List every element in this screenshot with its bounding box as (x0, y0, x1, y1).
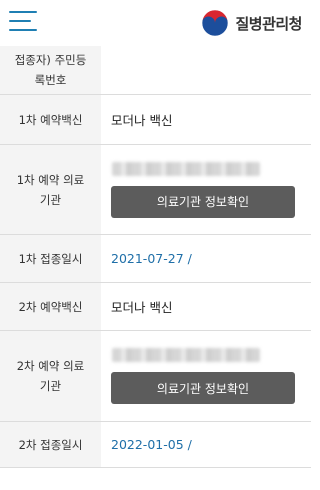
logo-text: 질병관리청 (235, 14, 302, 33)
redacted-institution-name (112, 161, 260, 176)
row-header-first-date: 1차 접종일시 (0, 235, 101, 282)
second-institution-info-button[interactable]: 의료기관 정보확인 (111, 372, 295, 404)
row-header-second-vaccine: 2차 예약백신 (0, 283, 101, 330)
table-row: 2차 예약 의료 기관 의료기관 정보확인 (0, 331, 311, 422)
row-value-first-vaccine: 모더나 백신 (111, 113, 173, 128)
redacted-institution-name (112, 348, 260, 362)
vaccination-info-table: 접종자) 주민등 록번호 1차 예약백신 모더나 백신 1차 예약 의료 기관 … (0, 46, 311, 468)
table-row: 2차 예약백신 모더나 백신 (0, 283, 311, 331)
row-value-resident-number (101, 46, 311, 94)
row-header-second-institution: 2차 예약 의료 기관 (0, 331, 101, 421)
table-row: 1차 예약백신 모더나 백신 (0, 95, 311, 145)
taegeuk-logo-icon (202, 9, 229, 37)
table-row: 1차 접종일시 2021-07-27 / (0, 235, 311, 283)
table-row: 2차 접종일시 2022-01-05 / (0, 422, 311, 468)
table-row: 접종자) 주민등 록번호 (0, 46, 311, 95)
row-value-first-date: 2021-07-27 / (111, 251, 192, 266)
row-value-second-date: 2022-01-05 / (111, 437, 192, 452)
hamburger-menu-icon[interactable] (9, 11, 37, 31)
row-header-resident-number: 접종자) 주민등 록번호 (0, 46, 101, 94)
row-header-first-vaccine: 1차 예약백신 (0, 95, 101, 144)
row-value-second-institution: 의료기관 정보확인 (101, 331, 311, 421)
row-header-second-date: 2차 접종일시 (0, 422, 101, 467)
row-value-second-vaccine: 모더나 백신 (111, 300, 173, 315)
kdca-logo[interactable]: 질병관리청 (201, 8, 302, 38)
row-value-first-institution: 의료기관 정보확인 (101, 145, 311, 234)
row-header-first-institution: 1차 예약 의료 기관 (0, 145, 101, 234)
first-institution-info-button[interactable]: 의료기관 정보확인 (111, 185, 295, 218)
table-row: 1차 예약 의료 기관 의료기관 정보확인 (0, 145, 311, 235)
app-header: 질병관리청 (0, 0, 311, 44)
